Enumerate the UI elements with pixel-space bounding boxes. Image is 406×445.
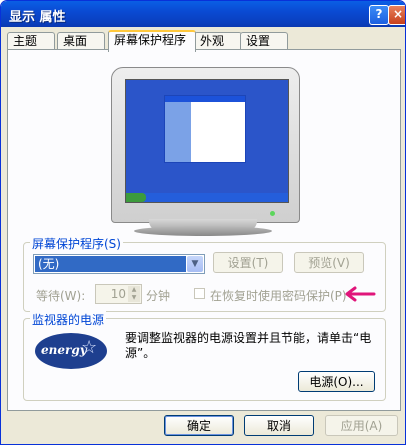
desktop-preview xyxy=(125,79,289,203)
preview-window xyxy=(164,95,246,163)
monitor-power-led xyxy=(270,211,275,216)
cancel-button[interactable]: 取消 xyxy=(244,415,314,436)
wait-spinner[interactable]: 10 ▲ ▼ xyxy=(95,284,142,304)
wait-label: 等待(W): xyxy=(36,289,86,303)
screensaver-group: 屏幕保护程序(S) (无) ▼ 设置(T) 预览(V) 等待(W): 10 ▲ ▼… xyxy=(23,235,386,312)
preview-start-button xyxy=(126,193,146,202)
energy-logo-text: energy xyxy=(41,343,87,357)
monitor-base xyxy=(134,226,272,236)
monitor-power-group-label: 监视器的电源 xyxy=(30,311,107,328)
preview-taskbar xyxy=(126,193,288,202)
tab-settings[interactable]: 设置 xyxy=(240,32,288,50)
power-description: 要调整监视器的电源设置并且节能，请单击“电源”。 xyxy=(125,331,372,360)
star-icon: ☆ xyxy=(81,337,98,358)
close-button[interactable]: × xyxy=(388,5,405,25)
display-properties-window: 显示 属性 ? × 主题 桌面 屏幕保护程序 外观 设置 屏幕保护程序(S) (… xyxy=(0,0,406,445)
password-checkbox[interactable] xyxy=(194,288,205,299)
energy-star-logo: energy ☆ xyxy=(35,333,107,369)
tab-appearance[interactable]: 外观 xyxy=(194,32,242,50)
wait-value: 10 xyxy=(110,287,126,301)
screensaver-select[interactable]: (无) ▼ xyxy=(33,254,205,274)
screensaver-group-label: 屏幕保护程序(S) xyxy=(30,235,123,252)
tab-desktop[interactable]: 桌面 xyxy=(57,32,105,50)
screensaver-select-value: (无) xyxy=(35,256,186,272)
settings-button[interactable]: 设置(T) xyxy=(213,252,283,273)
preview-window-sidebar xyxy=(165,102,191,162)
preview-button[interactable]: 预览(V) xyxy=(294,252,364,273)
title-bar[interactable]: 显示 属性 ? × xyxy=(1,1,405,27)
spinner-arrows-icon[interactable]: ▲ ▼ xyxy=(128,286,140,302)
window-title: 显示 属性 xyxy=(9,10,66,25)
apply-button[interactable]: 应用(A) xyxy=(325,415,398,436)
power-button[interactable]: 电源(O)... xyxy=(298,371,375,392)
tab-themes[interactable]: 主题 xyxy=(7,32,55,50)
minutes-label: 分钟 xyxy=(146,289,171,303)
pointer-arrow-icon xyxy=(345,286,376,302)
password-checkbox-label[interactable]: 在恢复时使用密码保护(P) xyxy=(210,287,347,304)
chevron-down-icon[interactable]: ▼ xyxy=(187,256,203,272)
tab-screensaver[interactable]: 屏幕保护程序 xyxy=(108,30,196,52)
ok-button[interactable]: 确定 xyxy=(164,415,234,436)
help-button[interactable]: ? xyxy=(369,5,389,25)
monitor-power-group: 监视器的电源 energy ☆ 要调整监视器的电源设置并且节能，请单击“电源”。… xyxy=(23,311,386,401)
screensaver-panel: 屏幕保护程序(S) (无) ▼ 设置(T) 预览(V) 等待(W): 10 ▲ ▼… xyxy=(7,49,401,411)
monitor-preview xyxy=(111,67,300,223)
